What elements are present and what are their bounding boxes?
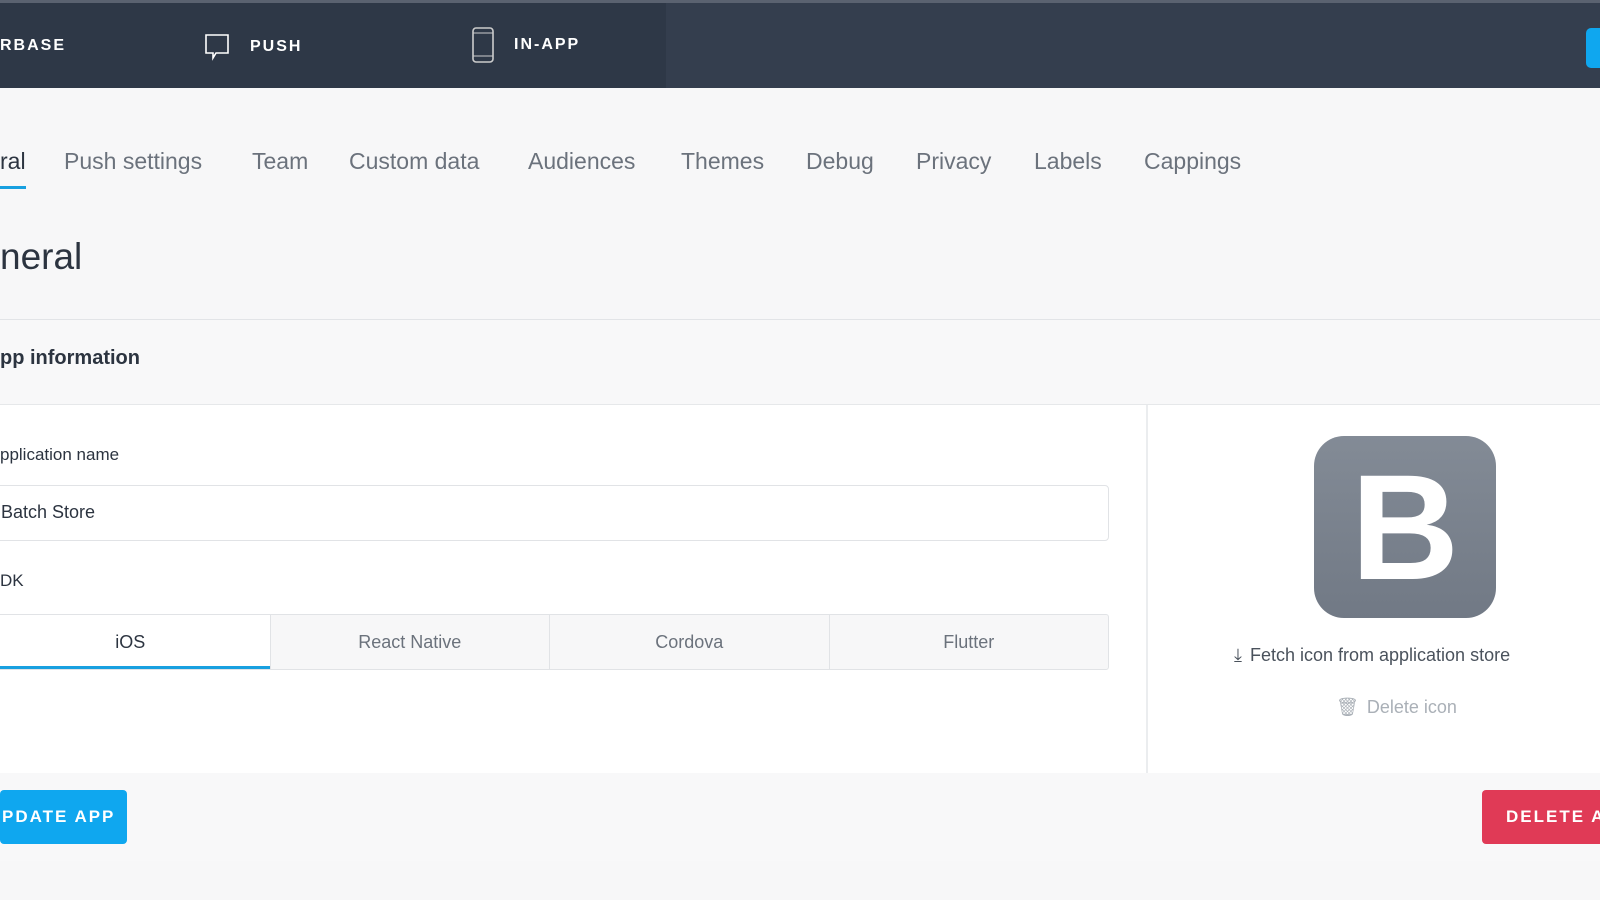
card-title: pp information bbox=[0, 320, 1600, 405]
nav-item-push[interactable]: PUSH bbox=[204, 33, 302, 61]
update-app-button[interactable]: PDATE APP bbox=[0, 790, 127, 844]
fetch-icon-link[interactable]: ⤓ Fetch icon from application store bbox=[1234, 645, 1510, 666]
app-name-input[interactable]: Batch Store bbox=[0, 485, 1109, 541]
nav-item-in-app[interactable]: IN-APP bbox=[472, 27, 580, 63]
app-information-card: pp information pplication name Batch Sto… bbox=[0, 319, 1600, 861]
delete-icon-link[interactable]: 🗑 Delete icon bbox=[1336, 697, 1457, 718]
tab-labels[interactable]: Labels bbox=[1034, 148, 1102, 175]
sdk-label: DK bbox=[0, 571, 24, 590]
tab-general[interactable]: ral bbox=[0, 148, 26, 189]
mobile-phone-icon bbox=[472, 27, 494, 63]
delete-app-button[interactable]: DELETE AI bbox=[1482, 790, 1600, 844]
nav-label: PUSH bbox=[250, 38, 303, 55]
top-navigation: RBASE PUSH IN-APP bbox=[0, 0, 1600, 88]
sdk-selector: iOS React Native Cordova Flutter bbox=[0, 614, 1109, 670]
card-body: pplication name Batch Store DK iOS React… bbox=[0, 405, 1600, 773]
delete-icon-label: Delete icon bbox=[1366, 697, 1457, 717]
sdk-option-cordova[interactable]: Cordova bbox=[549, 615, 829, 669]
tab-debug[interactable]: Debug bbox=[806, 148, 874, 175]
top-action-button[interactable] bbox=[1586, 28, 1600, 68]
nav-label: IN-APP bbox=[514, 36, 581, 53]
sdk-option-ios[interactable]: iOS bbox=[0, 615, 270, 669]
card-footer: PDATE APP DELETE AI bbox=[0, 773, 1600, 861]
tab-themes[interactable]: Themes bbox=[681, 148, 764, 175]
sdk-option-react-native[interactable]: React Native bbox=[269, 615, 550, 669]
sdk-option-flutter[interactable]: Flutter bbox=[828, 615, 1109, 669]
tab-audiences[interactable]: Audiences bbox=[528, 148, 635, 175]
tab-team[interactable]: Team bbox=[252, 148, 308, 175]
app-icon-panel: B ⤓ Fetch icon from application store 🗑 De… bbox=[1146, 405, 1600, 773]
download-icon: ⤓ bbox=[1234, 645, 1242, 665]
tab-custom-data[interactable]: Custom data bbox=[349, 148, 479, 175]
trash-icon: 🗑 bbox=[1336, 697, 1359, 717]
tab-cappings[interactable]: Cappings bbox=[1144, 148, 1241, 175]
app-name-label: pplication name bbox=[0, 445, 120, 464]
nav-item-userbase[interactable]: RBASE bbox=[0, 37, 66, 55]
nav-label: RBASE bbox=[0, 37, 67, 54]
tab-privacy[interactable]: Privacy bbox=[916, 148, 991, 175]
page-title: neral bbox=[0, 236, 83, 277]
fetch-icon-label: Fetch icon from application store bbox=[1249, 645, 1511, 665]
app-icon: B bbox=[1314, 436, 1496, 618]
tab-push-settings[interactable]: Push settings bbox=[64, 148, 202, 175]
chat-bubble-icon bbox=[205, 34, 229, 61]
